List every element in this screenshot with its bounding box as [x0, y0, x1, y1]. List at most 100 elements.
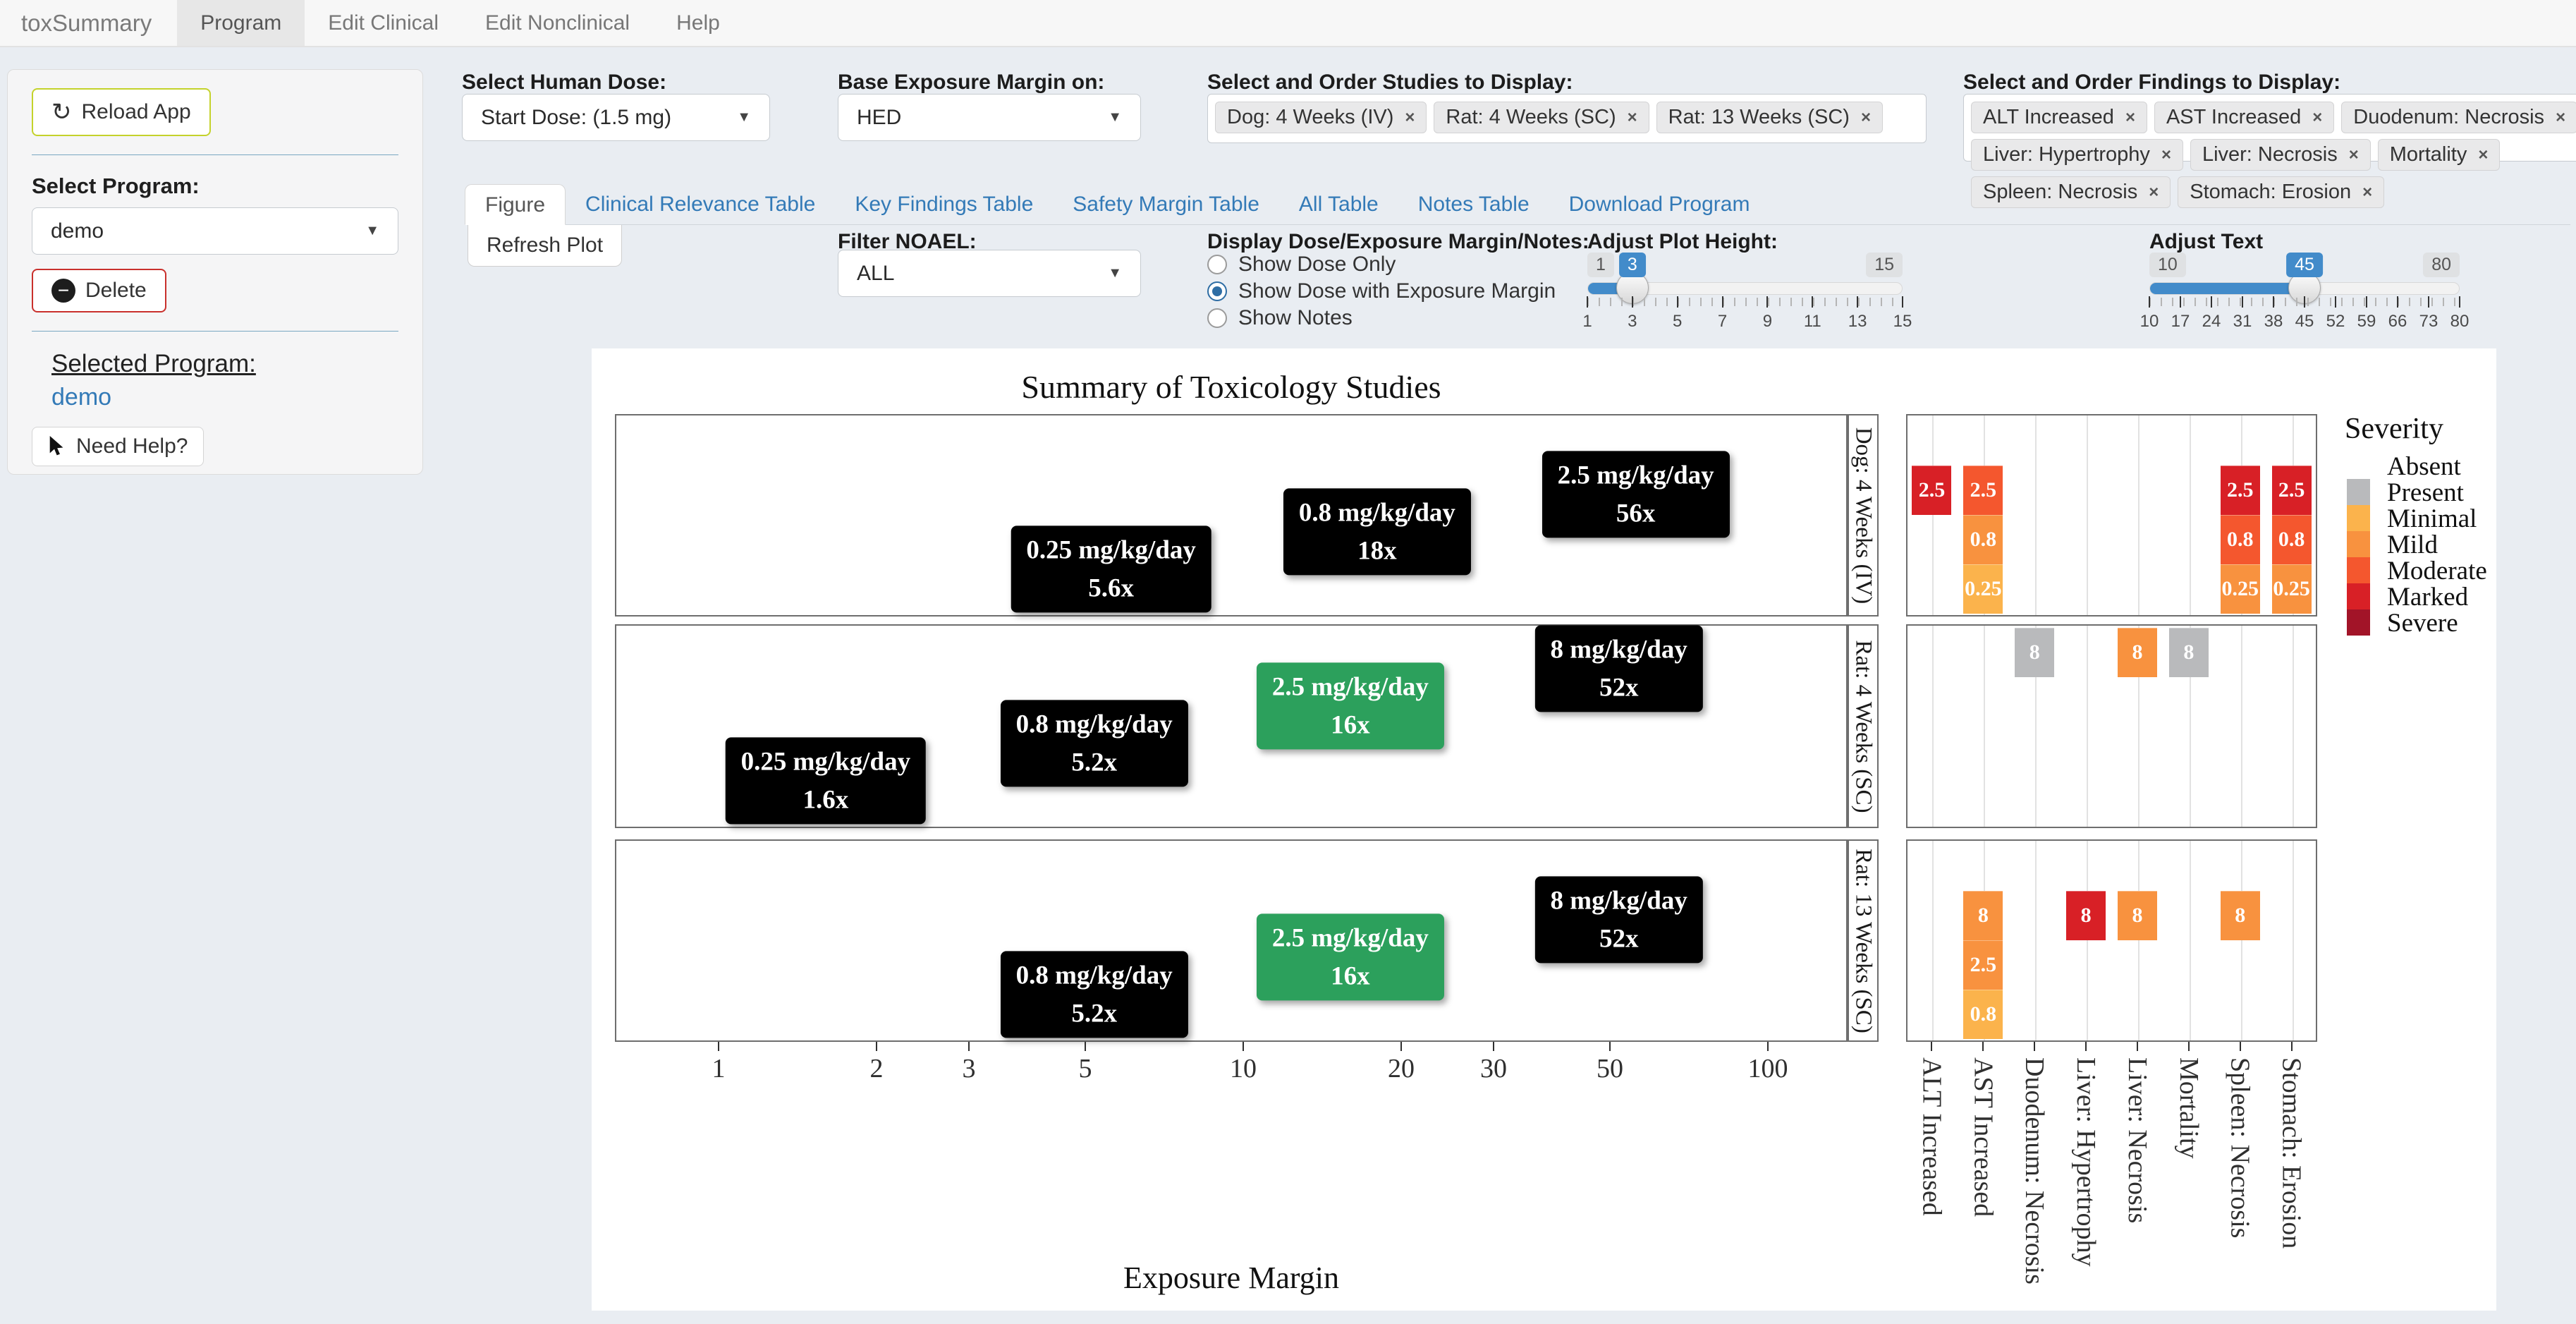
remove-tag-icon[interactable]: × — [2125, 108, 2135, 128]
radio-button-icon[interactable] — [1207, 281, 1227, 301]
remove-tag-icon[interactable]: × — [1405, 108, 1415, 128]
chevron-down-icon: ▼ — [1108, 109, 1122, 126]
severity-cell-ast-increased: 2.5 — [1963, 940, 2003, 990]
remove-tag-icon[interactable]: × — [2312, 108, 2322, 128]
heatmap-column-tick — [1982, 1042, 1984, 1051]
remove-tag-icon[interactable]: × — [2478, 145, 2488, 165]
studies-select[interactable]: Dog: 4 Weeks (IV)×Rat: 4 Weeks (SC)×Rat:… — [1207, 94, 1927, 143]
tag-alt-increased[interactable]: ALT Increased × — [1971, 102, 2147, 133]
minus-circle-icon: − — [51, 279, 75, 303]
nav-item-edit-clinical[interactable]: Edit Clinical — [305, 0, 462, 46]
x-axis-tick — [968, 1042, 970, 1051]
remove-tag-icon[interactable]: × — [1628, 108, 1637, 128]
need-help-button[interactable]: Need Help? — [32, 427, 204, 466]
slider-tick-label: 66 — [2388, 312, 2407, 332]
heatmap-column-tick — [2291, 1042, 2293, 1051]
heatmap-gridline — [2087, 841, 2088, 1040]
x-axis-tick-label: 100 — [1748, 1053, 1788, 1084]
tag-rat-4-weeks-sc[interactable]: Rat: 4 Weeks (SC)× — [1434, 102, 1649, 133]
x-axis-tick — [718, 1042, 719, 1051]
tag-label: Dog: 4 Weeks (IV) — [1227, 106, 1393, 129]
dose-label: 0.8 mg/kg/day — [1016, 956, 1173, 995]
slider-value-badge: 45 — [2286, 253, 2323, 277]
x-axis-tick — [1493, 1042, 1494, 1051]
text-size-label: Adjust Text — [2149, 230, 2460, 254]
tab-notes-table[interactable]: Notes Table — [1398, 184, 1549, 224]
human-dose-select[interactable]: Start Dose: (1.5 mg) ▼ — [462, 94, 770, 141]
refresh-plot-button[interactable]: Refresh Plot — [468, 225, 622, 267]
remove-tag-icon[interactable]: × — [2349, 145, 2359, 165]
legend-label-severe: Severe — [2387, 608, 2458, 638]
slider-tick — [2304, 296, 2305, 308]
heatmap-column-tick — [2188, 1042, 2190, 1051]
x-axis-tick — [1243, 1042, 1244, 1051]
reload-app-button[interactable]: ↻ Reload App — [32, 88, 211, 136]
tag-label: Liver: Hypertrophy — [1983, 143, 2150, 166]
tab-clinical-relevance-table[interactable]: Clinical Relevance Table — [566, 184, 835, 224]
filter-noael-select[interactable]: ALL ▼ — [838, 250, 1141, 297]
radio-show-dose-with-exposure-margin[interactable]: Show Dose with Exposure Margin — [1207, 278, 1556, 305]
dose-label: 2.5 mg/kg/day — [1558, 456, 1714, 494]
severity-cell-liver-necrosis: 8 — [2118, 891, 2157, 940]
slider-tick-label: 59 — [2357, 312, 2376, 332]
slider-min-badge: 10 — [2149, 253, 2186, 277]
radio-label: Show Dose with Exposure Margin — [1238, 279, 1556, 303]
tag-ast-increased[interactable]: AST Increased× — [2154, 102, 2334, 133]
slider-tick-label: 31 — [2233, 312, 2252, 332]
tab-download-program[interactable]: Download Program — [1549, 184, 1770, 224]
slider-min-badge: 1 — [1587, 253, 1614, 277]
tag-label: Rat: 13 Weeks (SC) — [1668, 106, 1850, 129]
tab-figure[interactable]: Figure — [465, 184, 566, 225]
radio-show-notes[interactable]: Show Notes — [1207, 305, 1556, 332]
tag-label: ALT Increased — [1983, 106, 2114, 129]
dose-box: 0.25 mg/kg/day1.6x — [726, 737, 927, 824]
tab-all-table[interactable]: All Table — [1279, 184, 1398, 224]
radio-button-icon[interactable] — [1207, 308, 1227, 328]
severity-cell-stomach-erosion: 0.8 — [2272, 515, 2312, 564]
nav-item-program[interactable]: Program — [177, 0, 305, 46]
slider-tick-label: 13 — [1848, 312, 1867, 332]
radio-button-icon[interactable] — [1207, 255, 1227, 274]
tag-duodenum-necrosis[interactable]: Duodenum: Necrosis× — [2341, 102, 2576, 133]
remove-tag-icon[interactable]: × — [1861, 108, 1871, 128]
text-size-slider[interactable]: Adjust Text 1080451017243138455259667380 — [2149, 230, 2460, 336]
radio-show-dose-only[interactable]: Show Dose Only — [1207, 251, 1556, 278]
tag-mortality[interactable]: Mortality× — [2378, 139, 2501, 171]
exposure-margin-label: 5.6x — [1026, 569, 1196, 607]
tag-label: Liver: Necrosis — [2202, 143, 2338, 166]
x-axis-tick-label: 2 — [869, 1053, 883, 1084]
severity-cell-liver-necrosis: 8 — [2118, 628, 2157, 677]
reload-app-label: Reload App — [82, 100, 191, 124]
exposure-margin-label: 1.6x — [741, 781, 911, 819]
x-axis-tick — [1609, 1042, 1611, 1051]
remove-tag-icon[interactable]: × — [2556, 108, 2565, 128]
dose-label: 2.5 mg/kg/day — [1272, 668, 1429, 706]
chevron-down-icon: ▼ — [737, 109, 751, 126]
severity-cell-stomach-erosion: 2.5 — [2272, 466, 2312, 515]
tab-safety-margin-table[interactable]: Safety Margin Table — [1053, 184, 1279, 224]
tab-key-findings-table[interactable]: Key Findings Table — [835, 184, 1053, 224]
strip-label: Rat: 13 Weeks (SC) — [1850, 849, 1876, 1033]
findings-select[interactable]: ALT Increased×AST Increased×Duodenum: Ne… — [1963, 94, 2576, 162]
tag-dog-4-weeks-iv[interactable]: Dog: 4 Weeks (IV) × — [1215, 102, 1427, 133]
heatmap-column-label: Duodenum: Necrosis — [2019, 1057, 2050, 1284]
dose-label: 0.8 mg/kg/day — [1299, 494, 1455, 532]
tag-liver-hypertrophy[interactable]: Liver: Hypertrophy × — [1971, 139, 2183, 171]
heatmap-column-tick — [2137, 1042, 2138, 1051]
program-select[interactable]: demo ▼ — [32, 207, 398, 255]
slider-tick — [2428, 296, 2429, 308]
tag-liver-necrosis[interactable]: Liver: Necrosis × — [2190, 139, 2371, 171]
select-program-label: Select Program: — [32, 174, 398, 199]
plot-height-slider[interactable]: Adjust Plot Height: 115313579111315 — [1587, 230, 1903, 336]
heatmap-gridline — [2190, 841, 2191, 1040]
remove-tag-icon[interactable]: × — [2161, 145, 2171, 165]
slider-tick-label: 15 — [1893, 312, 1912, 332]
nav-item-help[interactable]: Help — [653, 0, 743, 46]
tag-rat-13-weeks-sc[interactable]: Rat: 13 Weeks (SC) × — [1656, 102, 1883, 133]
base-margin-select[interactable]: HED ▼ — [838, 94, 1141, 141]
nav-item-edit-nonclinical[interactable]: Edit Nonclinical — [462, 0, 653, 46]
severity-cell-ast-increased: 2.5 — [1963, 466, 2003, 515]
studies-label: Select and Order Studies to Display: — [1207, 71, 1573, 95]
delete-program-button[interactable]: − Delete — [32, 269, 166, 312]
figure-title: Summary of Toxicology Studies — [615, 368, 1848, 406]
